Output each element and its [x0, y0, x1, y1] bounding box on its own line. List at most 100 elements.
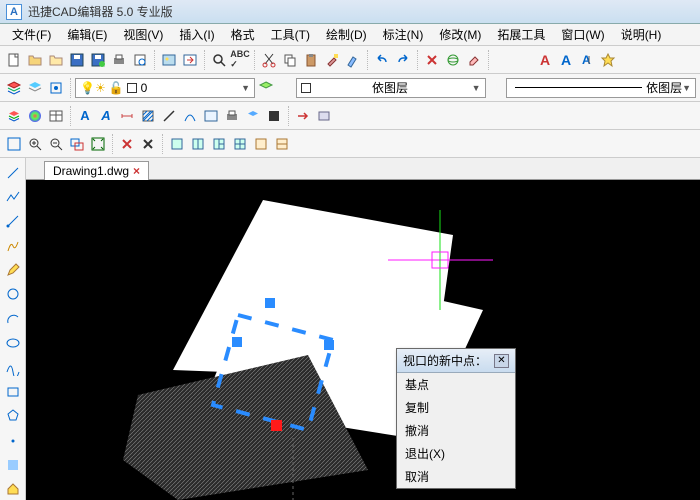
zoom-window-button[interactable]: [67, 134, 87, 154]
spline-button[interactable]: [2, 357, 24, 378]
layer-isolate-button[interactable]: [46, 78, 66, 98]
attach-button[interactable]: [314, 106, 334, 126]
close-all-button[interactable]: [117, 134, 137, 154]
export-button[interactable]: [180, 50, 200, 70]
match-properties-button[interactable]: [322, 50, 342, 70]
menu-draw[interactable]: 绘制(D): [318, 24, 375, 45]
zoom-all-button[interactable]: [4, 134, 24, 154]
color-selector[interactable]: 依图层 ▼: [296, 78, 486, 98]
zoom-out-button[interactable]: [46, 134, 66, 154]
text-style-b-button[interactable]: A: [556, 50, 576, 70]
orbit-button[interactable]: [443, 50, 463, 70]
cut-button[interactable]: [259, 50, 279, 70]
menu-window[interactable]: 窗口(W): [553, 24, 612, 45]
menu-view[interactable]: 视图(V): [115, 24, 171, 45]
context-item-undo[interactable]: 撤消: [397, 419, 515, 442]
arc-tool-button[interactable]: [180, 106, 200, 126]
layer-selector[interactable]: 💡 ☀ 🔓 0 ▼: [75, 78, 255, 98]
text-a-button[interactable]: A: [75, 106, 95, 126]
delete-button[interactable]: [138, 134, 158, 154]
context-item-basepoint[interactable]: 基点: [397, 373, 515, 396]
color-wheel-button[interactable]: [25, 106, 45, 126]
bulb-on-icon: 💡: [80, 81, 95, 95]
pencil-button[interactable]: [2, 259, 24, 280]
polygon-button[interactable]: [2, 406, 24, 427]
point-button[interactable]: [2, 430, 24, 451]
save-button[interactable]: [67, 50, 87, 70]
ellipse-button[interactable]: [2, 333, 24, 354]
viewport-1-button[interactable]: [167, 134, 187, 154]
print-preview-button[interactable]: [130, 50, 150, 70]
table-button[interactable]: [46, 106, 66, 126]
erase-button[interactable]: [464, 50, 484, 70]
text-b-button[interactable]: A: [96, 106, 116, 126]
arc-button[interactable]: [2, 308, 24, 329]
drawing-canvas[interactable]: 视口的新中点： ✕ 基点 复制 撤消 退出(X) 取消: [26, 180, 700, 500]
viewport-4-button[interactable]: [230, 134, 250, 154]
layers-palette-button[interactable]: [4, 106, 24, 126]
solid-button[interactable]: [2, 454, 24, 475]
block-button[interactable]: [264, 106, 284, 126]
print-tool-button[interactable]: [222, 106, 242, 126]
layer-tools-button[interactable]: [243, 106, 263, 126]
table-style-button[interactable]: [201, 106, 221, 126]
line-button[interactable]: [2, 162, 24, 183]
menu-insert[interactable]: 插入(I): [171, 24, 222, 45]
annotation-button[interactable]: [598, 50, 618, 70]
context-close-icon[interactable]: ✕: [494, 354, 509, 368]
redo-button[interactable]: [393, 50, 413, 70]
find-button[interactable]: [209, 50, 229, 70]
image-button[interactable]: [159, 50, 179, 70]
zoom-in-button[interactable]: [25, 134, 45, 154]
cancel-button[interactable]: [422, 50, 442, 70]
linetype-selector[interactable]: 依图层 ▼: [506, 78, 696, 98]
viewport-context-menu: 视口的新中点： ✕ 基点 复制 撤消 退出(X) 取消: [396, 348, 516, 489]
layer-states-button[interactable]: [25, 78, 45, 98]
new-file-button[interactable]: [4, 50, 24, 70]
menu-file[interactable]: 文件(F): [4, 24, 59, 45]
home-button[interactable]: [2, 479, 24, 500]
menu-edit[interactable]: 编辑(E): [59, 24, 115, 45]
close-tab-icon[interactable]: ×: [133, 164, 140, 178]
viewport-fit-button[interactable]: [251, 134, 271, 154]
context-item-exit[interactable]: 退出(X): [397, 442, 515, 465]
paste-button[interactable]: [301, 50, 321, 70]
viewport-config-button[interactable]: [272, 134, 292, 154]
menu-format[interactable]: 格式: [223, 24, 263, 45]
viewport-3-button[interactable]: [209, 134, 229, 154]
line-tool-button[interactable]: [159, 106, 179, 126]
menu-modify[interactable]: 修改(M): [431, 24, 489, 45]
toolbar-layers: 💡 ☀ 🔓 0 ▼ 依图层 ▼ 依图层 ▼: [0, 74, 700, 102]
rectangle-button[interactable]: [2, 381, 24, 402]
layer-filter-button[interactable]: [257, 78, 275, 98]
spellcheck-button[interactable]: ABC✓: [230, 50, 250, 70]
menu-extend[interactable]: 拓展工具: [489, 24, 553, 45]
copy-button[interactable]: [280, 50, 300, 70]
text-style-a-button[interactable]: A: [535, 50, 555, 70]
toolbar-view: [0, 130, 700, 158]
layer-manager-button[interactable]: [4, 78, 24, 98]
save-as-button[interactable]: [88, 50, 108, 70]
undo-button[interactable]: [372, 50, 392, 70]
clean-button[interactable]: [343, 50, 363, 70]
linetype-preview: [515, 87, 642, 88]
zoom-extents-button[interactable]: [88, 134, 108, 154]
viewport-2-button[interactable]: [188, 134, 208, 154]
arrow-tool-button[interactable]: [293, 106, 313, 126]
circle-button[interactable]: [2, 284, 24, 305]
open-file-button[interactable]: [25, 50, 45, 70]
tab-drawing1[interactable]: Drawing1.dwg ×: [44, 161, 149, 180]
print-button[interactable]: [109, 50, 129, 70]
polyline-button[interactable]: [2, 186, 24, 207]
dimension-button[interactable]: [117, 106, 137, 126]
menu-help[interactable]: 说明(H): [613, 24, 670, 45]
text-format-button[interactable]: A: [577, 50, 597, 70]
freehand-button[interactable]: [2, 235, 24, 256]
menu-annotate[interactable]: 标注(N): [375, 24, 432, 45]
context-item-cancel[interactable]: 取消: [397, 465, 515, 488]
menu-tools[interactable]: 工具(T): [263, 24, 318, 45]
ray-button[interactable]: [2, 211, 24, 232]
hatch-edit-button[interactable]: [138, 106, 158, 126]
context-item-copy[interactable]: 复制: [397, 396, 515, 419]
folder-button[interactable]: [46, 50, 66, 70]
